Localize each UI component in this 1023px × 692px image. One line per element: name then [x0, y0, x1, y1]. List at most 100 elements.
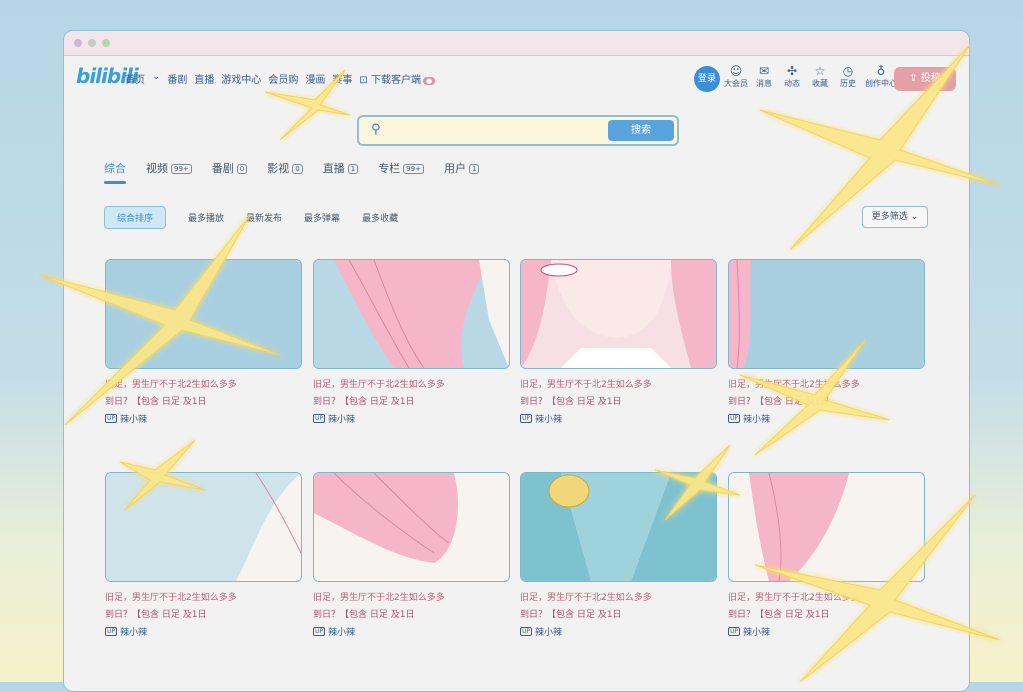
filter-most-favorited[interactable]: 最多收藏	[362, 211, 398, 224]
filter-most-danmaku[interactable]: 最多弹幕	[304, 211, 340, 224]
nav-link-game[interactable]: 游戏中心	[221, 71, 261, 86]
tab-label: 用户	[443, 162, 466, 175]
video-card[interactable]: 旧足，男生厅不于北2生如么多多 到日？【包含 日足 及1日 UP 辣小辣	[105, 472, 302, 638]
video-thumbnail[interactable]	[313, 472, 510, 582]
video-title-line: 旧足，男生厅不于北2生如么多多	[728, 380, 860, 390]
thumbnail-image	[729, 260, 924, 368]
video-title-line: 旧足，男生厅不于北2生如么多多	[520, 593, 652, 603]
nav-link-live[interactable]: 直播	[194, 71, 214, 86]
video-card[interactable]: 旧足，男生厅不于北2生如么多多 到日？【包含 日足 及1日 UP 辣小辣	[728, 472, 925, 638]
nav-message[interactable]: ✉ 消息	[752, 64, 776, 89]
video-card[interactable]: 旧足，男生厅不于北2生如么多多 到日？【包含 日足 及1日 UP 辣小辣	[520, 472, 717, 638]
nav-link-home[interactable]: 首页	[125, 71, 145, 86]
more-filters-button[interactable]: 更多筛选 ⌄	[862, 206, 928, 228]
video-card[interactable]: 旧足，男生厅不于北2生如么多多 到日？【包含 日足 及1日 UP 辣小辣	[313, 472, 510, 638]
video-title-line: 到日？【包含 日足 及1日	[728, 397, 830, 407]
upload-button[interactable]: ⇪ 投稿	[894, 67, 956, 91]
dynamic-icon: ✣	[786, 64, 798, 78]
tab-count: 0	[236, 164, 248, 174]
video-title[interactable]: 旧足，男生厅不于北2生如么多多 到日？【包含 日足 及1日	[313, 590, 503, 624]
login-button[interactable]: 登录	[694, 66, 720, 92]
window-dot-icon[interactable]	[74, 39, 82, 47]
window-dot-icon[interactable]	[88, 39, 96, 47]
video-card[interactable]: 旧足，男生厅不于北2生如么多多 到日？【包含 日足 及1日 UP 辣小辣	[105, 259, 302, 425]
tab-live[interactable]: 直播 1	[323, 160, 359, 176]
nav-vip-label: 大会员	[724, 79, 748, 88]
tab-film[interactable]: 影视 0	[267, 160, 303, 176]
nav-history[interactable]: ◷ 历史	[836, 64, 860, 89]
video-thumbnail[interactable]	[728, 472, 925, 582]
uploader-name: 辣小辣	[743, 628, 771, 638]
user-icons: ☺ 大会员 ✉ 消息 ✣ 动态 ☆ 收藏 ◷ 历史 ♁ 创作中心	[724, 64, 898, 89]
tab-all[interactable]: 综合	[104, 160, 126, 184]
tab-label: 专栏	[378, 162, 401, 175]
uploader[interactable]: UP 辣小辣	[105, 412, 300, 425]
nav-link-download[interactable]: ⊡ 下载客户端 ●	[359, 71, 436, 86]
star-icon: ☆	[814, 64, 826, 78]
up-icon: UP	[520, 414, 533, 423]
nav-link-mall[interactable]: 会员购	[268, 71, 298, 86]
tab-label: 视频	[146, 162, 168, 175]
video-thumbnail[interactable]	[105, 259, 302, 369]
video-card[interactable]: 旧足，男生厅不于北2生如么多多 到日？【包含 日足 及1日 UP 辣小辣	[520, 259, 717, 425]
video-title-line: 到日？【包含 日足 及1日	[105, 610, 207, 620]
video-title-line: 旧足，男生厅不于北2生如么多多	[728, 593, 860, 603]
video-card[interactable]: 旧足，男生厅不于北2生如么多多 到日？【包含 日足 及1日 UP 辣小辣	[728, 259, 925, 425]
nav-link-match[interactable]: 赛事	[332, 71, 352, 86]
video-title[interactable]: 旧足，男生厅不于北2生如么多多 到日？【包含 日足 及1日	[520, 590, 710, 624]
nav-creator[interactable]: ♁ 创作中心	[864, 64, 898, 89]
tab-count: 99+	[403, 164, 424, 174]
filter-most-played[interactable]: 最多播放	[188, 211, 224, 224]
video-thumbnail[interactable]	[105, 472, 302, 582]
video-title[interactable]: 旧足，男生厅不于北2生如么多多 到日？【包含 日足 及1日	[313, 377, 503, 411]
result-tabs: 综合 视频 99+ 番剧 0 影视 0 直播 1 专栏 99+ 用户 1	[104, 160, 480, 184]
search-button[interactable]: 搜索	[608, 120, 674, 141]
video-title-line: 到日？【包含 日足 及1日	[520, 610, 622, 620]
nav-link-anime[interactable]: 番剧	[167, 71, 187, 86]
tab-count: 99+	[171, 164, 192, 174]
thumbnail-image	[106, 473, 301, 581]
uploader[interactable]: UP 辣小辣	[728, 412, 923, 425]
nav-favorite[interactable]: ☆ 收藏	[808, 64, 832, 89]
tab-video[interactable]: 视频 99+	[146, 160, 192, 176]
video-title[interactable]: 旧足，男生厅不于北2生如么多多 到日？【包含 日足 及1日	[520, 377, 710, 411]
video-thumbnail[interactable]	[520, 259, 717, 369]
video-title-line: 旧足，男生厅不于北2生如么多多	[313, 380, 445, 390]
uploader[interactable]: UP 辣小辣	[520, 412, 715, 425]
video-card[interactable]: 旧足，男生厅不于北2生如么多多 到日？【包含 日足 及1日 UP 辣小辣	[313, 259, 510, 425]
uploader[interactable]: UP 辣小辣	[313, 625, 508, 638]
nav-dynamic[interactable]: ✣ 动态	[780, 64, 804, 89]
nav-favorite-label: 收藏	[812, 79, 828, 88]
nav-vip[interactable]: ☺ 大会员	[724, 64, 748, 89]
chevron-down-icon[interactable]: ⌄	[152, 71, 160, 86]
video-title[interactable]: 旧足，男生厅不于北2生如么多多 到日？【包含 日足 及1日	[728, 590, 918, 624]
video-title[interactable]: 旧足，男生厅不于北2生如么多多 到日？【包含 日足 及1日	[105, 590, 295, 624]
nav-link-manga[interactable]: 漫画	[305, 71, 325, 86]
video-title-line: 旧足，男生厅不于北2生如么多多	[105, 593, 237, 603]
video-thumbnail[interactable]	[728, 259, 925, 369]
tab-label: 影视	[267, 162, 290, 175]
new-badge: ●	[422, 77, 436, 85]
upload-label: 投稿	[920, 73, 941, 84]
video-thumbnail[interactable]	[313, 259, 510, 369]
uploader[interactable]: UP 辣小辣	[728, 625, 923, 638]
filter-newest[interactable]: 最新发布	[246, 211, 282, 224]
uploader[interactable]: UP 辣小辣	[313, 412, 508, 425]
vip-icon: ☺	[729, 64, 743, 78]
tab-count: 1	[468, 164, 480, 174]
video-title-line: 到日？【包含 日足 及1日	[728, 610, 830, 620]
tab-label: 番剧	[211, 162, 234, 175]
uploader[interactable]: UP 辣小辣	[105, 625, 300, 638]
search-bar[interactable]: ⚲ 搜索	[357, 115, 679, 146]
uploader-name: 辣小辣	[120, 628, 148, 638]
filter-default[interactable]: 综合排序	[104, 206, 167, 229]
tab-article[interactable]: 专栏 99+	[378, 160, 424, 176]
nav-dynamic-label: 动态	[784, 79, 800, 88]
tab-user[interactable]: 用户 1	[443, 160, 480, 176]
video-title[interactable]: 旧足，男生厅不于北2生如么多多 到日？【包含 日足 及1日	[728, 377, 918, 411]
video-thumbnail[interactable]	[520, 472, 717, 582]
video-title[interactable]: 旧足，男生厅不于北2生如么多多 到日？【包含 日足 及1日	[105, 377, 295, 411]
window-dot-icon[interactable]	[102, 39, 110, 47]
tab-bangumi[interactable]: 番剧 0	[211, 160, 248, 176]
uploader[interactable]: UP 辣小辣	[520, 625, 715, 638]
